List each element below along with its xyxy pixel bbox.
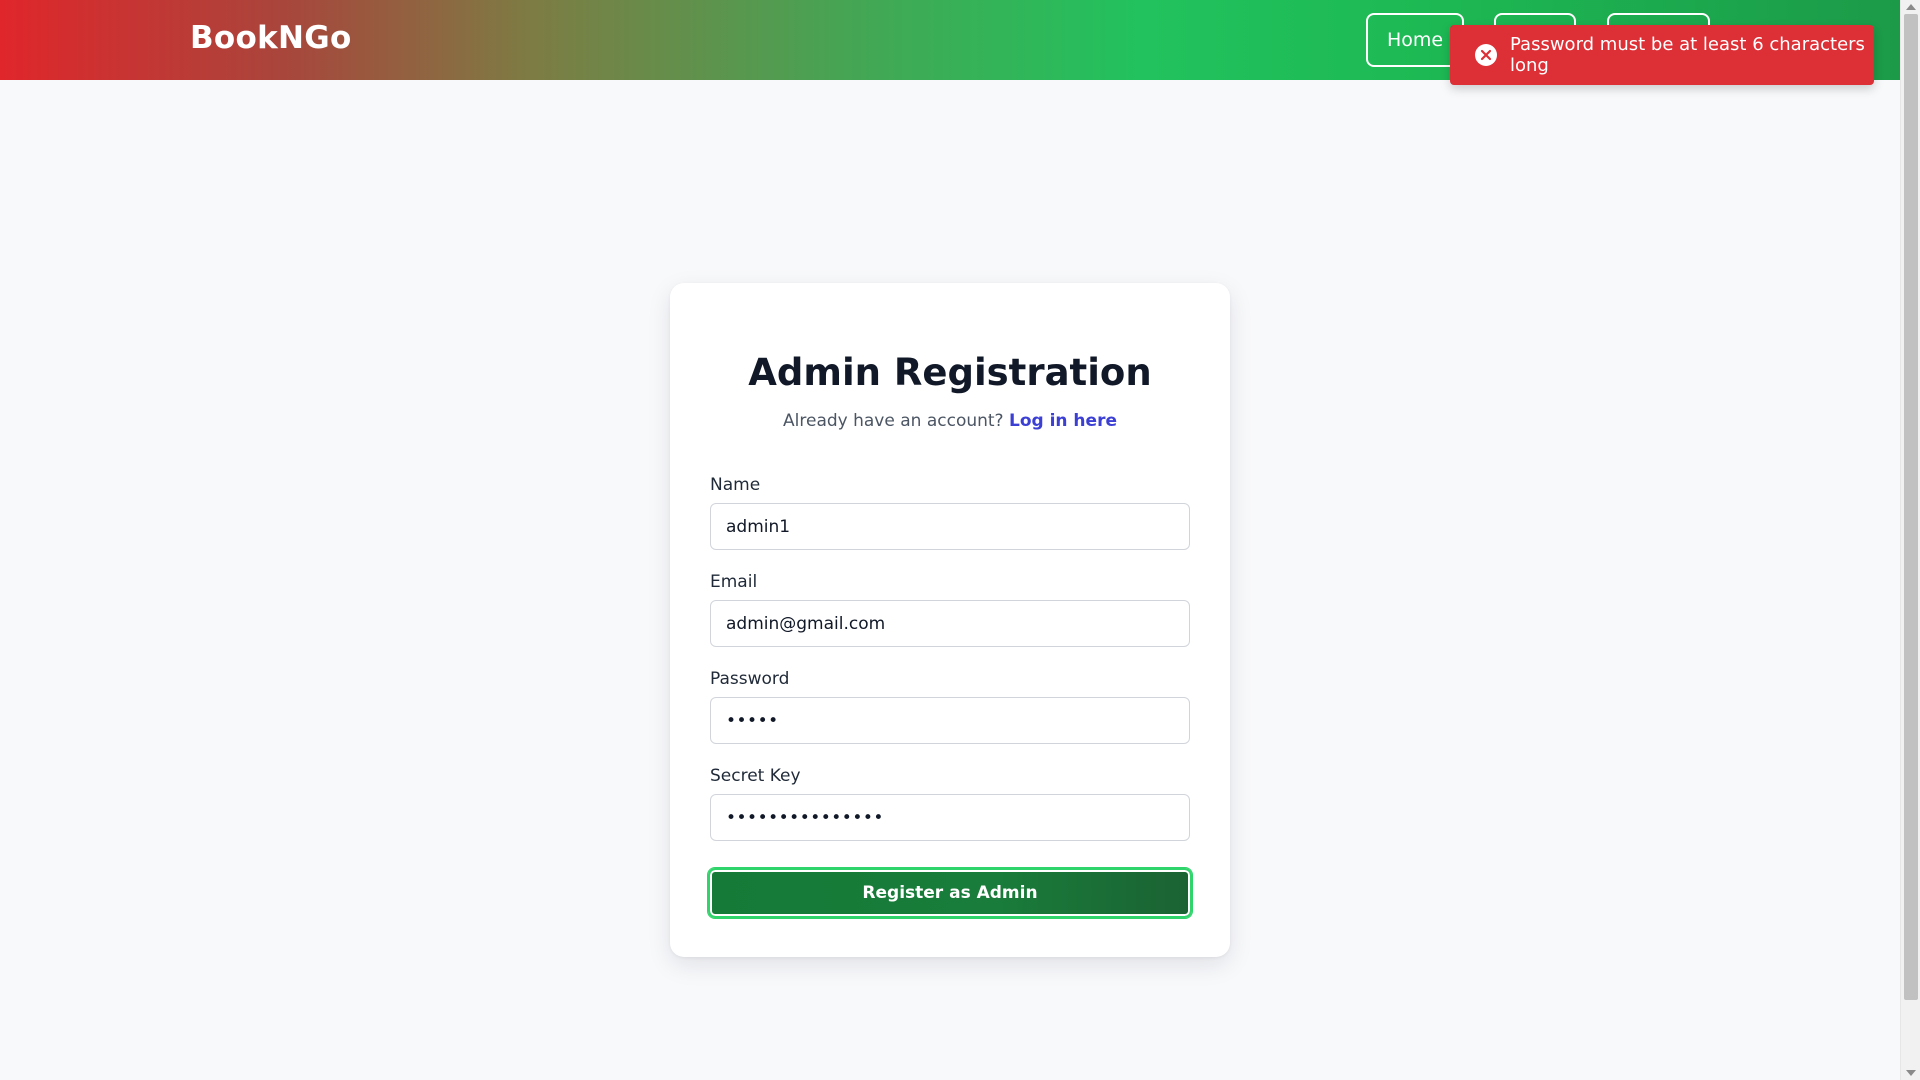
error-toast[interactable]: Password must be at least 6 characters l… [1450, 25, 1874, 85]
registration-card: Admin Registration Already have an accou… [670, 283, 1230, 957]
login-link[interactable]: Log in here [1009, 411, 1117, 431]
error-x-icon [1475, 44, 1497, 66]
login-prompt-text: Already have an account? [783, 411, 1004, 431]
vertical-scrollbar[interactable] [1900, 0, 1920, 1080]
password-input-value: ••••• [726, 710, 779, 731]
secret-key-input-value: ••••••••••••••• [726, 807, 884, 828]
name-input-value: admin1 [726, 516, 791, 537]
register-admin-button[interactable]: Register as Admin [708, 868, 1192, 918]
scroll-up-icon[interactable] [1906, 4, 1916, 10]
email-label: Email [710, 572, 758, 592]
page-title: Admin Registration [748, 351, 1152, 394]
secret-key-input[interactable]: ••••••••••••••• [710, 794, 1190, 841]
email-input-value: admin@gmail.com [726, 613, 886, 634]
password-input[interactable]: ••••• [710, 697, 1190, 744]
name-input[interactable]: admin1 [710, 503, 1190, 550]
name-label: Name [710, 475, 761, 495]
login-prompt: Already have an account? Log in here [670, 411, 1230, 431]
scrollbar-thumb[interactable] [1904, 14, 1918, 1000]
password-label: Password [710, 669, 790, 689]
secret-key-label: Secret Key [710, 766, 801, 786]
toast-message: Password must be at least 6 characters l… [1510, 34, 1865, 76]
brand-logo[interactable]: BookNGo [190, 20, 352, 56]
scroll-down-icon[interactable] [1906, 1070, 1916, 1076]
email-input[interactable]: admin@gmail.com [710, 600, 1190, 647]
